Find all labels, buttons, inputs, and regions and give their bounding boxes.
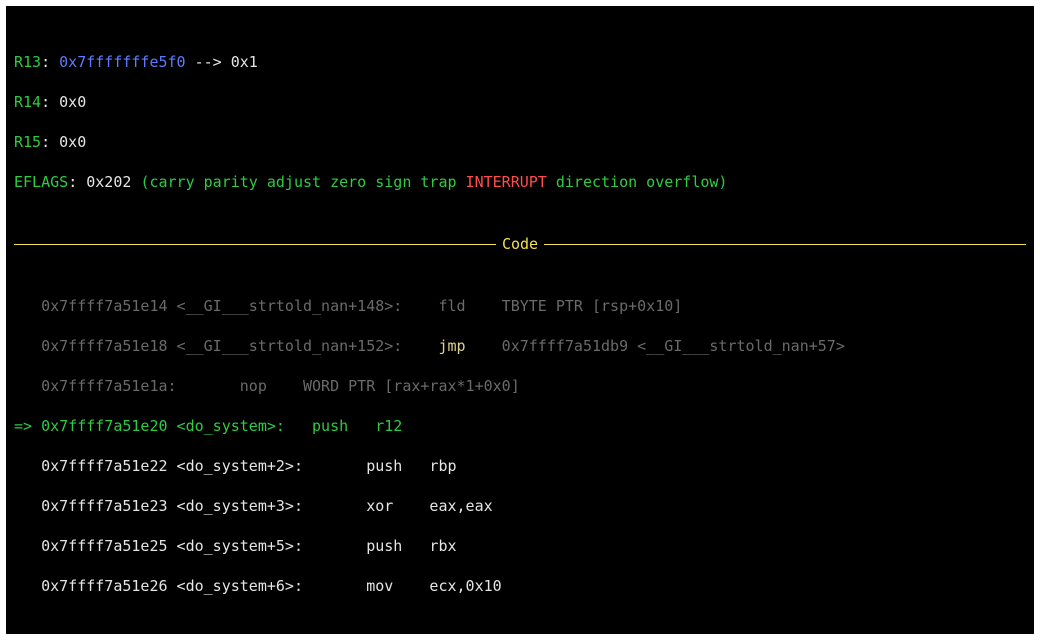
eflags-active: INTERRUPT xyxy=(466,173,547,191)
terminal[interactable]: R13: 0x7fffffffe5f0 --> 0x1 R14: 0x0 R15… xyxy=(6,6,1034,634)
disasm-line: 0x7ffff7a51e22 <do_system+2>: push rbp xyxy=(14,456,1026,476)
disasm-line: 0x7ffff7a51e23 <do_system+3>: xor eax,ea… xyxy=(14,496,1026,516)
reg-r13: R13: 0x7fffffffe5f0 --> 0x1 xyxy=(14,52,1026,72)
disasm-current: => 0x7ffff7a51e20 <do_system>: push r12 xyxy=(14,416,1026,436)
reg-eflags: EFLAGS: 0x202 (carry parity adjust zero … xyxy=(14,172,1026,192)
disasm-line: 0x7ffff7a51e1a: nop WORD PTR [rax+rax*1+… xyxy=(14,376,1026,396)
disasm-line: 0x7ffff7a51e14 <__GI___strtold_nan+148>:… xyxy=(14,296,1026,316)
disasm-line: 0x7ffff7a51e26 <do_system+6>: mov ecx,0x… xyxy=(14,576,1026,596)
reg-val: 0x1 xyxy=(231,53,258,71)
reg-label: R13 xyxy=(14,53,41,71)
disasm-line: 0x7ffff7a51e18 <__GI___strtold_nan+152>:… xyxy=(14,336,1026,356)
reg-r14: R14: 0x0 xyxy=(14,92,1026,112)
disasm-line: 0x7ffff7a51e25 <do_system+5>: push rbx xyxy=(14,536,1026,556)
section-code-divider: Code xyxy=(14,234,1026,254)
reg-addr: 0x7fffffffe5f0 xyxy=(59,53,185,71)
reg-r15: R15: 0x0 xyxy=(14,132,1026,152)
